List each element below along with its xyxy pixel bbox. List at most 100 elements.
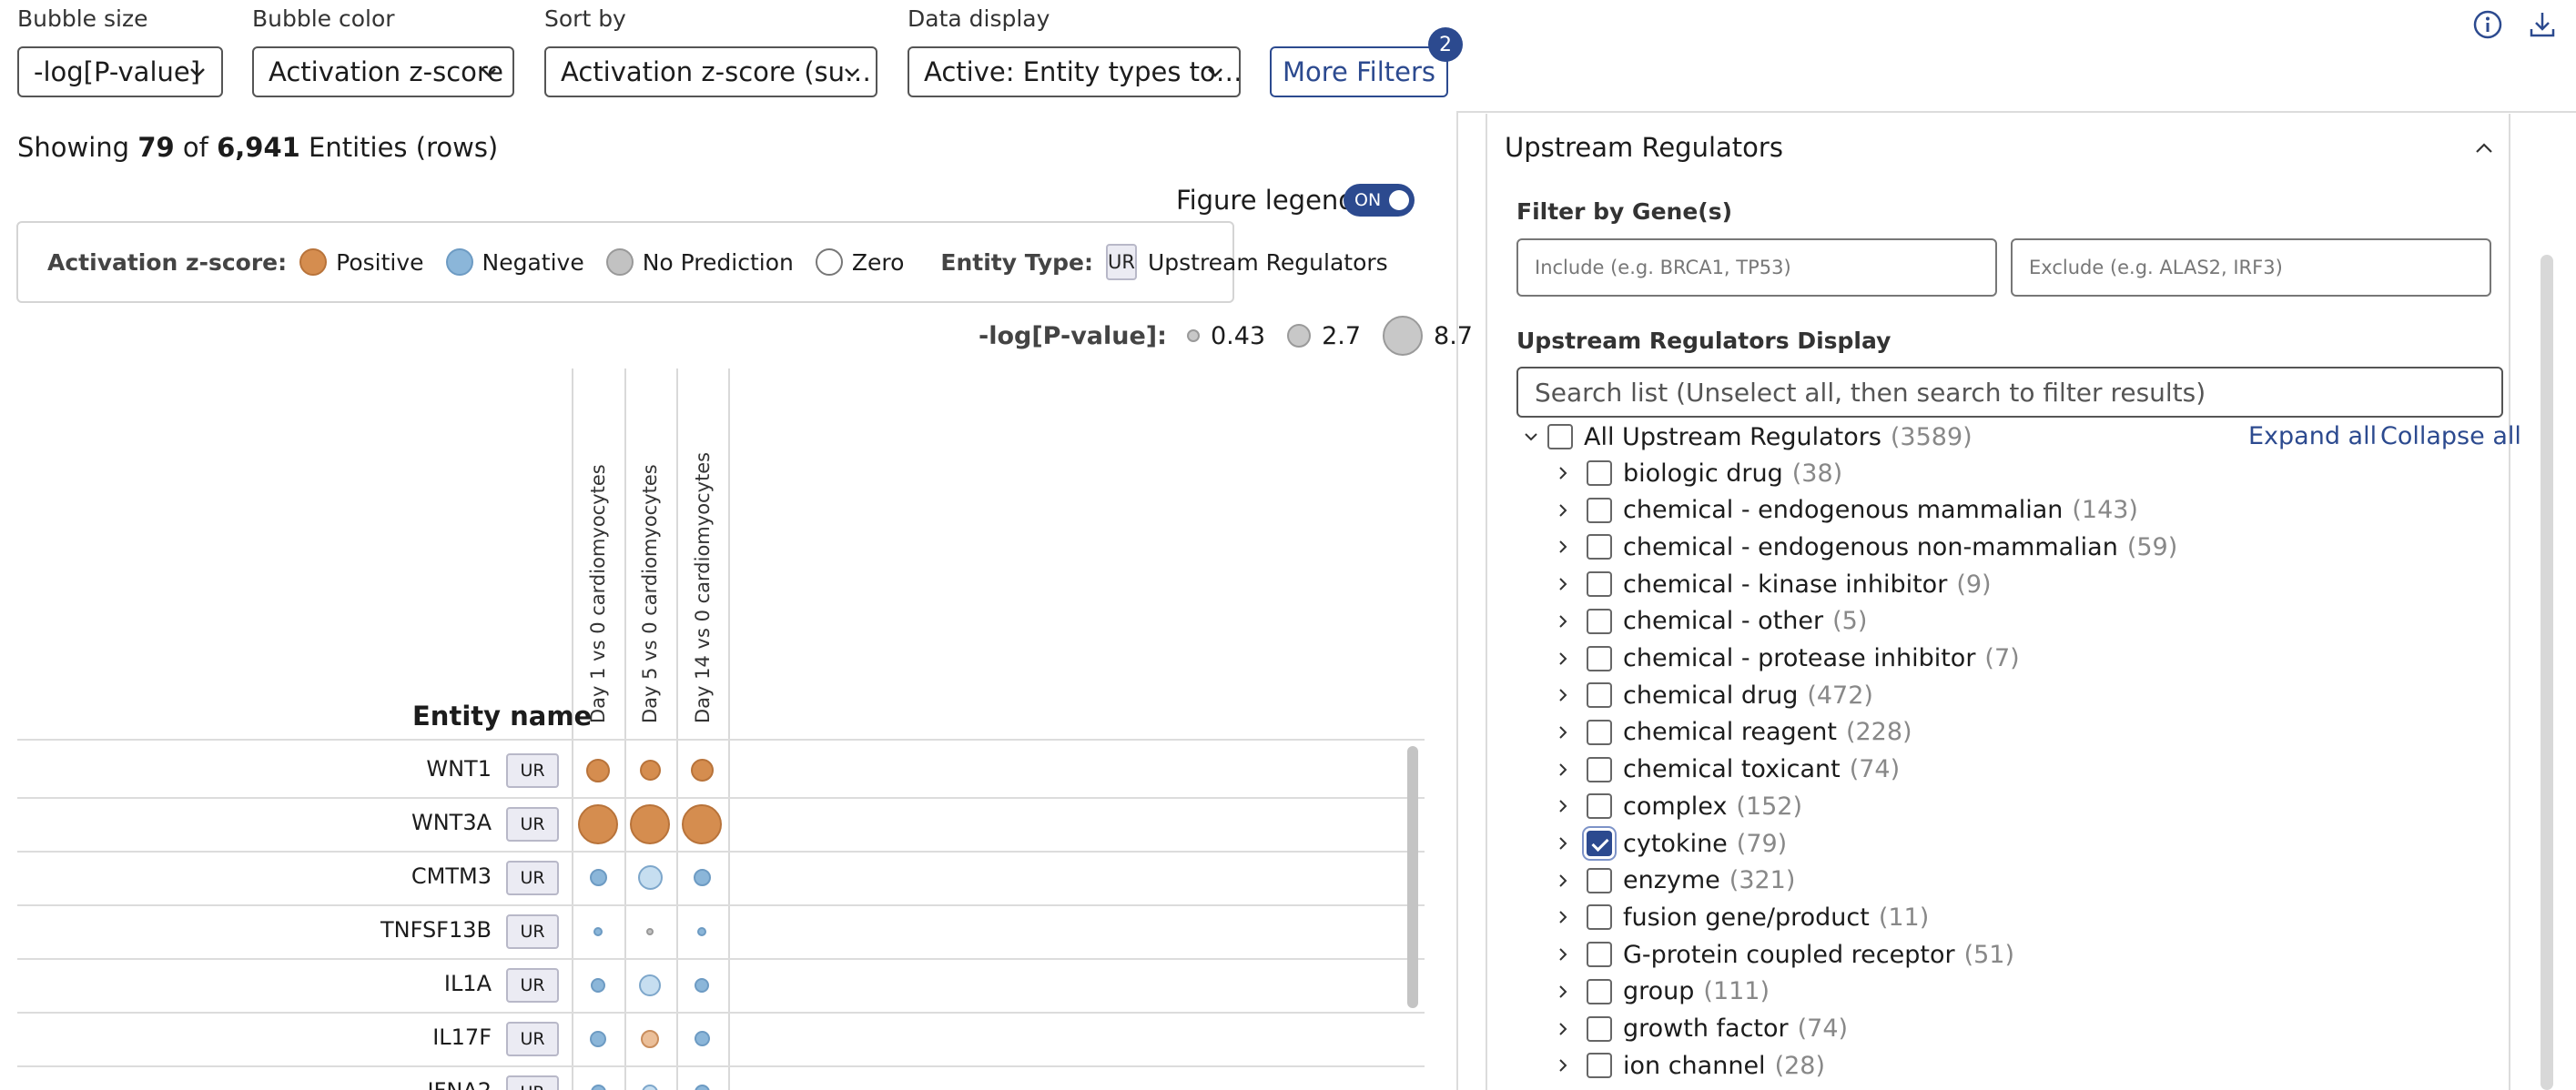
tree-item[interactable]: chemical - protease inhibitor (7)	[1554, 641, 2020, 677]
include-gene-input[interactable]: Include (e.g. BRCA1, TP53)	[1516, 238, 1997, 297]
tree-item-checkbox[interactable]	[1587, 831, 1612, 856]
chevron-right-icon[interactable]	[1554, 612, 1572, 631]
bubble-cell[interactable]	[591, 977, 605, 993]
row-entity-name[interactable]: WNT3A	[411, 810, 492, 835]
grid-scrollbar[interactable]	[1407, 746, 1418, 1008]
bubble-color-select[interactable]: Activation z-score	[252, 46, 514, 97]
tree-item[interactable]: cytokine (79)	[1554, 825, 1787, 862]
chevron-right-icon[interactable]	[1554, 575, 1572, 593]
bubble-cell[interactable]	[642, 1084, 658, 1090]
chevron-right-icon[interactable]	[1554, 538, 1572, 556]
row-entity-name[interactable]: IL1A	[444, 971, 492, 996]
panel-scrollbar[interactable]	[2541, 255, 2553, 1090]
more-filters-button[interactable]: More Filters	[1270, 46, 1448, 97]
tree-item[interactable]: enzyme (321)	[1554, 863, 1795, 899]
root-checkbox[interactable]	[1547, 424, 1573, 449]
chevron-right-icon[interactable]	[1554, 908, 1572, 926]
bubble-cell[interactable]	[586, 758, 610, 782]
tree-item[interactable]: chemical - endogenous non-mammalian (59)	[1554, 529, 2177, 565]
bubble-cell[interactable]	[589, 869, 607, 886]
bubble-cell[interactable]	[694, 1085, 710, 1090]
chevron-right-icon[interactable]	[1554, 723, 1572, 742]
download-icon[interactable]	[2527, 9, 2558, 40]
bubble-cell[interactable]	[590, 1085, 606, 1090]
bubble-cell[interactable]	[695, 977, 709, 993]
row-entity-name[interactable]: TNFSF13B	[380, 917, 492, 943]
tree-item-checkbox[interactable]	[1587, 978, 1612, 1004]
bubble-cell[interactable]	[697, 926, 706, 936]
bubble-cell[interactable]	[639, 760, 661, 781]
tree-item[interactable]: chemical - other (5)	[1554, 603, 1867, 640]
figure-legend-toggle[interactable]: ON	[1344, 184, 1415, 217]
bubble-cell[interactable]	[690, 759, 714, 782]
tree-item-checkbox[interactable]	[1587, 1015, 1612, 1042]
bubble-cell[interactable]	[637, 865, 663, 890]
tree-item[interactable]: complex (152)	[1554, 788, 1802, 824]
expand-all-link[interactable]: Expand all	[2248, 422, 2377, 450]
tree-item-checkbox[interactable]	[1587, 645, 1612, 671]
row-entity-name[interactable]: CMTM3	[411, 863, 492, 889]
tree-item-checkbox[interactable]	[1587, 719, 1612, 745]
collapse-all-link[interactable]: Collapse all	[2380, 422, 2521, 450]
bubble-cell[interactable]	[641, 1029, 659, 1048]
tree-item-checkbox[interactable]	[1587, 460, 1612, 486]
bubble-cell[interactable]	[590, 1030, 606, 1047]
tree-item[interactable]: chemical - kinase inhibitor (9)	[1554, 566, 1992, 602]
tree-item-checkbox[interactable]	[1587, 793, 1612, 820]
row-entity-name[interactable]: IL17F	[432, 1024, 492, 1050]
tree-item[interactable]: biologic drug (38)	[1554, 455, 1842, 491]
chevron-right-icon[interactable]	[1554, 945, 1572, 964]
tree-item[interactable]: chemical - endogenous mammalian (143)	[1554, 492, 2138, 529]
tree-item-checkbox[interactable]	[1587, 571, 1612, 598]
tree-item[interactable]: chemical toxicant (74)	[1554, 752, 1900, 788]
chevron-up-icon[interactable]	[2474, 138, 2494, 158]
tree-item-checkbox[interactable]	[1587, 682, 1612, 709]
tree-item[interactable]: G-protein coupled receptor (51)	[1554, 936, 2014, 973]
chevron-right-icon[interactable]	[1554, 650, 1572, 668]
chevron-right-icon[interactable]	[1554, 983, 1572, 1001]
chevron-right-icon[interactable]	[1554, 464, 1572, 482]
bubble-size-select[interactable]: -log[P-value]	[17, 46, 223, 97]
chevron-right-icon[interactable]	[1554, 1020, 1572, 1038]
sort-by-select[interactable]: Activation z-score (su…	[544, 46, 877, 97]
info-icon[interactable]	[2472, 9, 2503, 40]
row-entity-name[interactable]: IFNA2	[427, 1078, 492, 1090]
bubble-cell[interactable]	[646, 927, 654, 935]
data-display-select[interactable]: Active: Entity types to…	[908, 46, 1241, 97]
tree-item-checkbox[interactable]	[1587, 867, 1612, 893]
chevron-down-icon[interactable]	[1522, 428, 1540, 446]
tree-item-checkbox[interactable]	[1587, 534, 1612, 560]
tree-item[interactable]: group (111)	[1554, 974, 1770, 1010]
chevron-right-icon[interactable]	[1554, 761, 1572, 779]
tree-item[interactable]: chemical drug (472)	[1554, 677, 1873, 713]
chevron-right-icon[interactable]	[1554, 501, 1572, 520]
chevron-right-icon[interactable]	[1554, 1056, 1572, 1075]
exclude-gene-input[interactable]: Exclude (e.g. ALAS2, IRF3)	[2011, 238, 2491, 297]
tree-item-label: chemical - endogenous mammalian	[1623, 496, 2064, 525]
tree-item-checkbox[interactable]	[1587, 942, 1612, 968]
row-entity-name[interactable]: WNT1	[426, 756, 492, 782]
tree-item-checkbox[interactable]	[1587, 497, 1612, 523]
bubble-cell[interactable]	[593, 926, 603, 936]
tree-item[interactable]: fusion gene/product (11)	[1554, 899, 1929, 935]
tree-item[interactable]: chemical reagent (228)	[1554, 714, 1912, 751]
tree-item-checkbox[interactable]	[1587, 756, 1612, 782]
chevron-right-icon[interactable]	[1554, 797, 1572, 815]
tree-item-checkbox[interactable]	[1587, 608, 1612, 634]
chevron-right-icon[interactable]	[1554, 872, 1572, 890]
chevron-right-icon[interactable]	[1554, 834, 1572, 853]
bubble-cell[interactable]	[693, 869, 711, 886]
bubble-cell[interactable]	[694, 1031, 710, 1046]
bubble-cell[interactable]	[682, 803, 722, 844]
bubble-cell[interactable]	[630, 803, 670, 844]
bubble-cell[interactable]	[578, 803, 618, 844]
tree-root[interactable]: All Upstream Regulators (3589)	[1522, 419, 1973, 455]
tree-item-checkbox[interactable]	[1587, 904, 1612, 931]
tree-item-checkbox[interactable]	[1587, 1053, 1612, 1079]
search-list-input[interactable]: Search list (Unselect all, then search t…	[1516, 367, 2503, 418]
pvalue-mid-label: 2.7	[1322, 321, 1362, 350]
bubble-cell[interactable]	[639, 974, 661, 996]
tree-item[interactable]: ion channel (28)	[1554, 1047, 1825, 1084]
tree-item[interactable]: growth factor (74)	[1554, 1011, 1848, 1047]
chevron-right-icon[interactable]	[1554, 686, 1572, 704]
